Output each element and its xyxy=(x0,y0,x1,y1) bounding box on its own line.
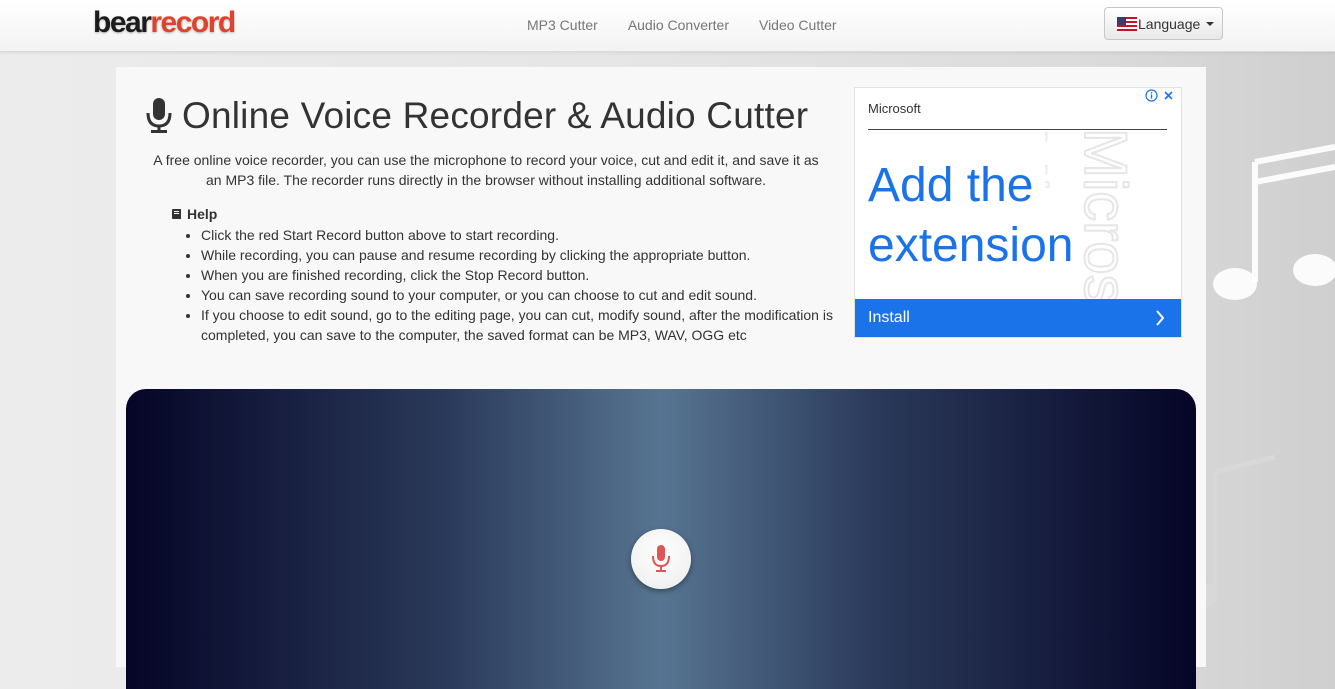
logo-part-record: record xyxy=(150,6,236,39)
ad-divider xyxy=(868,129,1167,130)
help-item: You can save recording sound to your com… xyxy=(201,285,841,305)
nav-link-video-cutter[interactable]: Video Cutter xyxy=(744,0,852,51)
help-title: Help xyxy=(187,206,218,222)
music-notes-background xyxy=(1195,144,1335,607)
ad-info-icon[interactable] xyxy=(1145,89,1158,102)
microphone-icon xyxy=(146,98,172,133)
help-item: If you choose to edit sound, go to the e… xyxy=(201,305,841,345)
ad-controls xyxy=(1145,89,1175,102)
help-item: When you are finished recording, click t… xyxy=(201,265,841,285)
main-container: Online Voice Recorder & Audio Cutter A f… xyxy=(116,67,1206,689)
book-icon xyxy=(172,209,181,219)
help-item: Click the red Start Record button above … xyxy=(201,225,841,245)
start-record-button[interactable] xyxy=(631,529,691,589)
language-dropdown-button[interactable]: Language xyxy=(1104,7,1223,40)
site-logo[interactable]: bearrecord xyxy=(93,4,236,42)
ad-close-icon[interactable] xyxy=(1162,89,1175,102)
top-navbar: bearrecord MP3 Cutter Audio Converter Vi… xyxy=(0,0,1335,52)
recorder-panel xyxy=(126,389,1196,689)
help-heading: Help xyxy=(171,206,841,222)
ad-brand: Microsoft xyxy=(868,101,921,116)
intro-paragraph: A free online voice recorder, you can us… xyxy=(153,152,819,188)
ad-headline: Add the extension xyxy=(868,159,1074,272)
help-item: While recording, you can pause and resum… xyxy=(201,245,841,265)
help-section: Help Click the red Start Record button a… xyxy=(171,206,841,345)
main-nav: MP3 Cutter Audio Converter Video Cutter xyxy=(512,0,852,51)
nav-link-audio-converter[interactable]: Audio Converter xyxy=(613,0,744,51)
ad-install-label: Install xyxy=(868,309,910,326)
us-flag-icon xyxy=(1117,16,1137,31)
language-label: Language xyxy=(1138,15,1201,32)
help-list: Click the red Start Record button above … xyxy=(171,225,841,345)
chevron-right-icon xyxy=(1156,310,1165,326)
caret-down-icon xyxy=(1206,21,1215,26)
page-title: Online Voice Recorder & Audio Cutter xyxy=(182,95,809,136)
title-row: Online Voice Recorder & Audio Cutter xyxy=(146,95,808,137)
advertisement[interactable]: Microsoft Micros Micros Add the extensio… xyxy=(854,87,1182,338)
ad-install-button[interactable]: Install xyxy=(855,299,1181,337)
microphone-icon xyxy=(652,545,670,572)
logo-part-bear: bear xyxy=(93,6,152,39)
nav-link-mp3-cutter[interactable]: MP3 Cutter xyxy=(512,0,613,51)
